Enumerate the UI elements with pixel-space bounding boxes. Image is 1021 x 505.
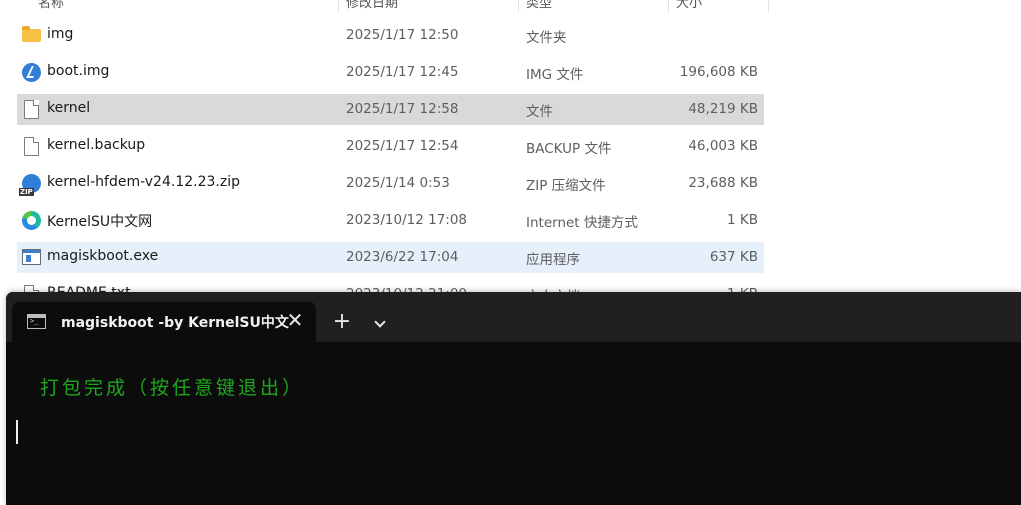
column-divider[interactable] [768,0,769,12]
file-modified-date: 2025/1/17 12:50 [346,27,459,43]
file-row-boot-img[interactable]: boot.img 2025/1/17 12:45 IMG 文件 196,608 … [17,57,764,88]
column-header-bar: 名称 修改日期 类型 大小 [0,0,1021,12]
console-output-line: 打包完成（按任意键退出） [40,377,305,399]
column-header-date[interactable]: 修改日期 [346,0,398,12]
file-row-magiskboot[interactable]: magiskboot.exe 2023/6/22 17:04 应用程序 637 … [17,242,764,273]
file-modified-date: 2025/1/17 12:54 [346,138,459,154]
file-icon [24,100,39,119]
file-icon [24,137,39,156]
terminal-console[interactable]: 打包完成（按任意键退出） [6,342,1021,505]
file-row-kernel-zip[interactable]: kernel-hfdem-v24.12.23.zip 2025/1/14 0:5… [17,168,764,199]
file-explorer-window: 名称 修改日期 类型 大小 img 2025/1/17 12:50 文件夹 bo… [0,0,1021,300]
text-cursor [16,420,18,444]
file-name: kernel.backup [47,137,146,153]
chevron-down-icon[interactable] [368,312,392,336]
file-modified-date: 2025/1/17 12:58 [346,101,459,117]
file-size: 46,003 KB [688,138,758,154]
column-divider[interactable] [668,0,669,12]
terminal-window: magiskboot -by KernelSU中文 ✕ + 打包完成（按任意键退… [6,292,1021,505]
file-type: BACKUP 文件 [526,141,612,157]
new-tab-button[interactable]: + [328,310,356,336]
file-type: 文件 [526,104,553,120]
folder-icon [22,26,41,42]
file-name: img [47,26,74,42]
file-size: 637 KB [709,249,758,265]
file-type: Internet 快捷方式 [526,215,638,231]
file-name: boot.img [47,63,110,79]
file-type: ZIP 压缩文件 [526,178,606,194]
file-modified-date: 2023/6/22 17:04 [346,249,459,265]
file-size: 1 KB [727,212,758,228]
file-size: 23,688 KB [688,175,758,191]
column-divider[interactable] [338,0,339,12]
terminal-tab[interactable]: magiskboot -by KernelSU中文 ✕ [12,302,316,342]
column-header-size[interactable]: 大小 [676,0,702,12]
column-divider[interactable] [518,0,519,12]
file-row-kernel[interactable]: kernel 2025/1/17 12:58 文件 48,219 KB [17,94,764,125]
tab-title: magiskboot -by KernelSU中文 [61,315,289,331]
executable-icon [22,249,41,265]
zip-archive-icon [19,174,41,196]
file-name: kernel-hfdem-v24.12.23.zip [47,174,240,190]
column-header-type[interactable]: 类型 [526,0,552,12]
file-row-kernelsu-shortcut[interactable]: KernelSU中文网 2023/10/12 17:08 Internet 快捷… [17,205,764,236]
close-tab-icon[interactable]: ✕ [284,309,306,333]
disc-image-icon [22,63,41,82]
file-size: 196,608 KB [679,64,758,80]
file-modified-date: 2025/1/14 0:53 [346,175,450,191]
column-header-name[interactable]: 名称 [38,0,64,12]
file-name: kernel [47,100,91,116]
file-name: magiskboot.exe [47,248,159,264]
file-type: IMG 文件 [526,67,584,83]
file-type: 文件夹 [526,30,567,46]
file-size: 48,219 KB [688,101,758,117]
file-row-kernel-backup[interactable]: kernel.backup 2025/1/17 12:54 BACKUP 文件 … [17,131,764,162]
terminal-icon [27,314,46,329]
edge-shortcut-icon [22,211,41,230]
file-type: 应用程序 [526,252,580,268]
file-name: KernelSU中文网 [47,214,153,230]
file-modified-date: 2023/10/12 17:08 [346,212,468,228]
terminal-tab-bar: magiskboot -by KernelSU中文 ✕ + [6,292,1021,342]
file-modified-date: 2025/1/17 12:45 [346,64,459,80]
file-row-img[interactable]: img 2025/1/17 12:50 文件夹 [17,20,764,51]
